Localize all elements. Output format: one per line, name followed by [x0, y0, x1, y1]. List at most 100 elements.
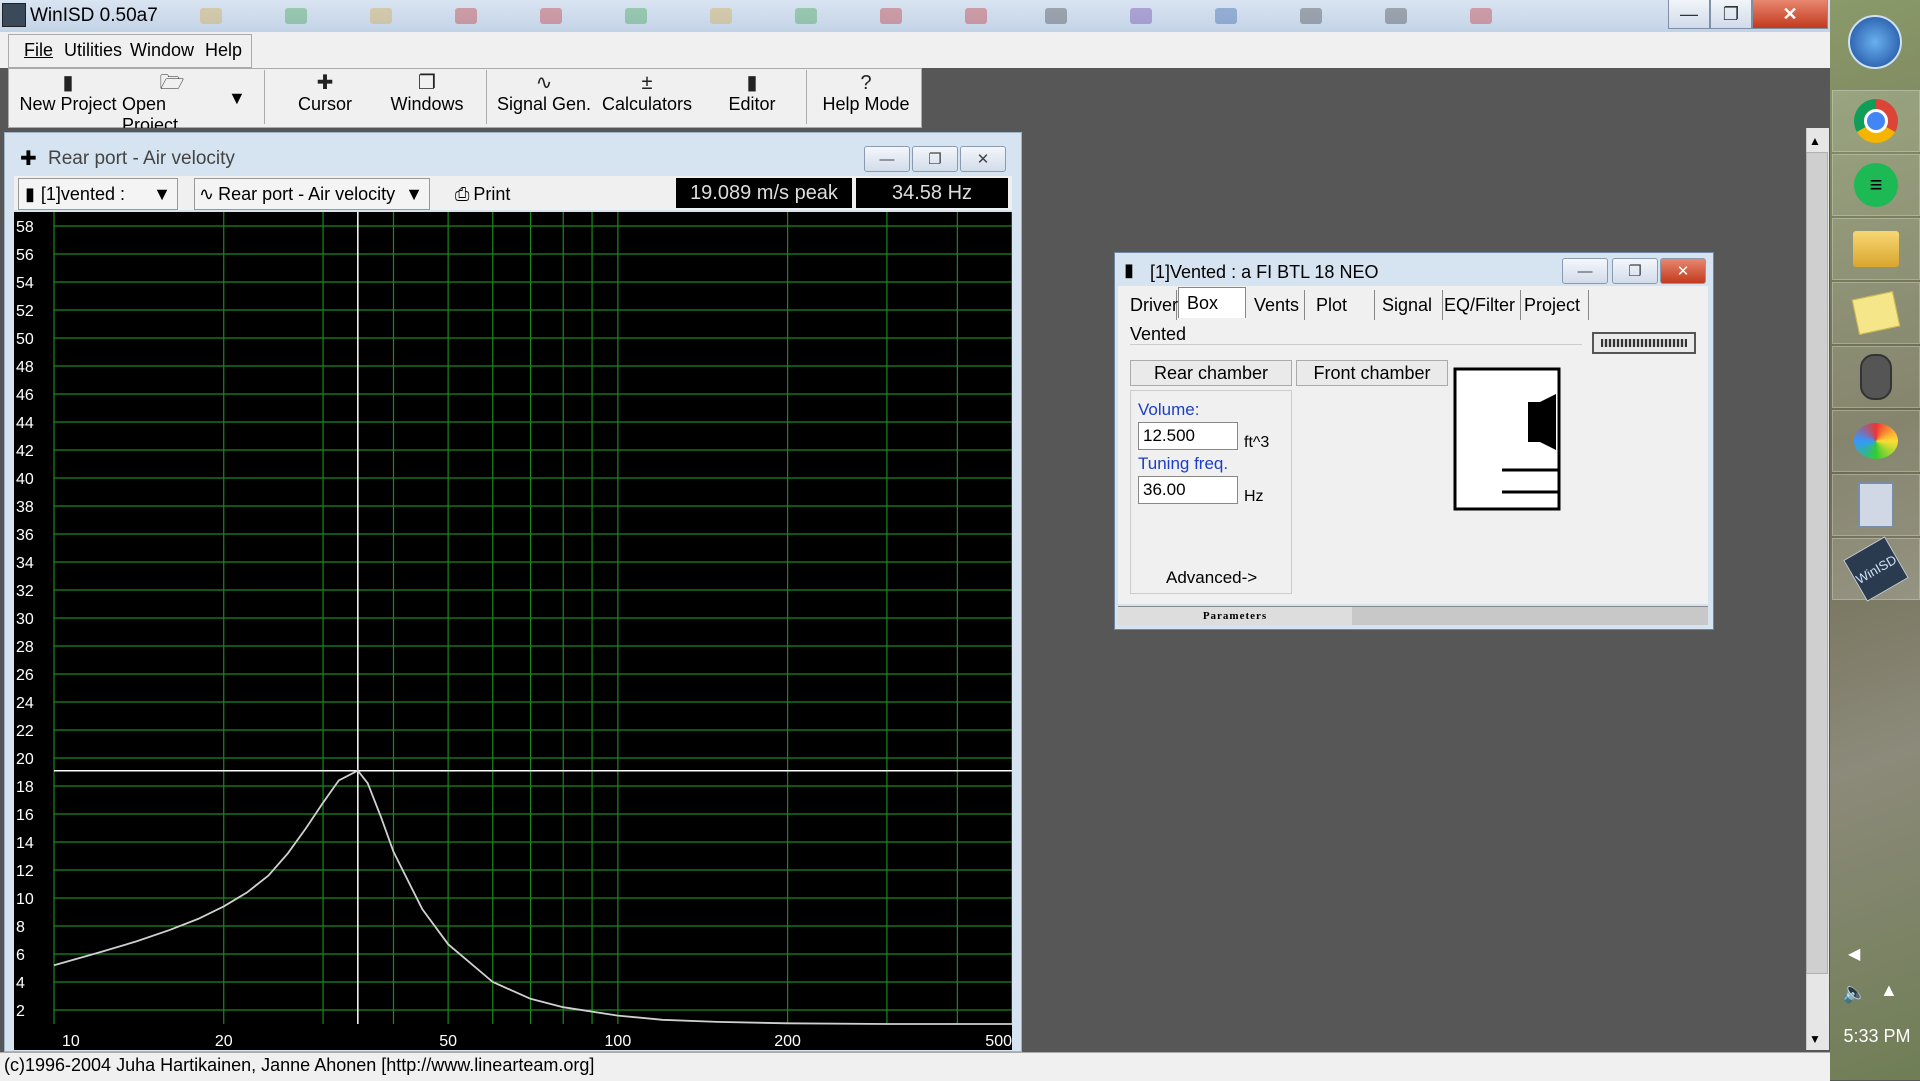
taskbar-ghost-icon	[540, 8, 562, 24]
spotify-taskbar-button[interactable]: ≡	[1832, 154, 1920, 216]
tab-driver[interactable]: Driver	[1122, 290, 1178, 320]
illegible-button-label	[1601, 339, 1687, 347]
show-hidden-icons-icon[interactable]: ◀	[1848, 944, 1860, 964]
scroll-thumb[interactable]	[1806, 152, 1828, 974]
mouse-taskbar-button[interactable]	[1832, 346, 1920, 408]
signal-gen-button[interactable]: ∿ Signal Gen.	[496, 72, 592, 122]
editor-icon: ▮	[746, 72, 758, 94]
vented-window-title: [1]Vented : a FI BTL 18 NEO	[1150, 262, 1379, 282]
chart-minimize-button[interactable]: —	[864, 146, 910, 172]
folder-icon: 🗁	[159, 72, 185, 94]
y-tick-label: 4	[16, 975, 25, 992]
tuning-freq-input[interactable]: 36.00	[1138, 476, 1238, 504]
advanced-button[interactable]: Advanced->	[1166, 568, 1257, 588]
box-type-change-button[interactable]	[1592, 332, 1696, 354]
tab-signal[interactable]: Signal	[1374, 290, 1443, 320]
chart-restore-button[interactable]: ❐	[912, 146, 958, 172]
winisd-taskbar-button[interactable]: WinISD	[1832, 536, 1920, 602]
x-tick-label: 20	[215, 1033, 233, 1050]
tab-plot[interactable]: Plot	[1308, 290, 1375, 320]
explorer-taskbar-button[interactable]	[1832, 218, 1920, 280]
taskbar-ghost-icon	[455, 8, 477, 24]
chrome-taskbar-button[interactable]	[1832, 90, 1920, 152]
project-select[interactable]: ▮ [1]vented : ▼	[18, 178, 178, 210]
new-project-icon: ▮	[62, 72, 74, 94]
y-tick-label: 32	[16, 583, 34, 600]
calculator-taskbar-button[interactable]	[1832, 474, 1920, 536]
y-tick-label: 10	[16, 891, 34, 908]
taskbar-ghost-icon	[1045, 8, 1067, 24]
toolbar-separator	[486, 70, 487, 124]
menu-utilities[interactable]: Utilities	[64, 40, 122, 61]
print-button[interactable]: ⎙ Print	[450, 178, 542, 210]
maximize-button[interactable]: ❐	[1710, 0, 1752, 29]
y-tick-label: 16	[16, 807, 34, 824]
notes-taskbar-button[interactable]	[1832, 282, 1920, 344]
cursor-button[interactable]: ✚ Cursor	[280, 72, 370, 122]
front-chamber-button[interactable]: Front chamber	[1296, 360, 1448, 386]
project-icon: ▮	[1124, 260, 1134, 280]
paint-taskbar-button[interactable]	[1832, 410, 1920, 472]
y-tick-label: 2	[16, 1003, 25, 1020]
pin-icon[interactable]: ✚	[20, 146, 37, 171]
taskbar-ghost-icon	[370, 8, 392, 24]
editor-button[interactable]: ▮ Editor	[708, 72, 796, 122]
status-text: (c)1996-2004 Juha Hartikainen, Janne Aho…	[4, 1055, 595, 1075]
air-velocity-chart[interactable]: 2468101214161820222426283032343638404244…	[14, 212, 1013, 1050]
taskbar-ghost-icon	[965, 8, 987, 24]
y-tick-label: 30	[16, 611, 34, 628]
peak-readout: 19.089 m/s peak	[676, 178, 852, 208]
windows-button[interactable]: ❐ Windows	[382, 72, 472, 122]
tab-project[interactable]: Project	[1516, 290, 1589, 320]
scroll-down-icon[interactable]: ▼	[1809, 1032, 1821, 1046]
volume-icon[interactable]: 🔈	[1842, 980, 1867, 1005]
close-button[interactable]: ✕	[1752, 0, 1828, 29]
spotify-icon: ≡	[1854, 163, 1898, 207]
tab-box[interactable]: Box	[1178, 287, 1246, 318]
vent-close-button[interactable]: ✕	[1660, 258, 1706, 284]
taskbar-ghost-icon	[880, 8, 902, 24]
y-tick-label: 58	[16, 219, 34, 236]
chart-close-button[interactable]: ✕	[960, 146, 1006, 172]
menu-window[interactable]: Window	[130, 40, 194, 61]
menu-file[interactable]: File	[24, 40, 53, 61]
printer-icon: ⎙	[455, 183, 470, 204]
volume-input[interactable]: 12.500	[1138, 422, 1238, 450]
taskbar-ghost-icon	[795, 8, 817, 24]
winisd-icon: WinISD	[1843, 536, 1909, 602]
vent-restore-button[interactable]: ❐	[1612, 258, 1658, 284]
start-button[interactable]	[1832, 12, 1918, 72]
vent-minimize-button[interactable]: —	[1562, 258, 1608, 284]
calculator-icon: ±	[641, 72, 653, 94]
calculator-icon	[1858, 482, 1894, 528]
open-project-button[interactable]: 🗁 Open Project	[122, 72, 222, 135]
scroll-up-icon[interactable]: ▲	[1809, 134, 1821, 148]
windows-logo-icon	[1848, 15, 1902, 69]
tuning-freq-unit: Hz	[1244, 488, 1264, 505]
graph-select[interactable]: ∿ Rear port - Air velocity ▼	[194, 178, 430, 210]
tab-vents[interactable]: Vents	[1246, 290, 1305, 320]
title-bar	[0, 0, 1830, 32]
help-mode-button[interactable]: ? Help Mode	[818, 72, 914, 122]
new-project-button[interactable]: ▮ New Project	[18, 72, 118, 122]
taskbar-ghost-icon	[1470, 8, 1492, 24]
clock[interactable]: 5:33 PM	[1842, 1026, 1912, 1047]
rear-chamber-button[interactable]: Rear chamber	[1130, 360, 1292, 386]
network-icon[interactable]: ▲	[1880, 980, 1898, 1001]
chevron-down-icon: ▼	[405, 183, 423, 204]
calculators-button[interactable]: ± Calculators	[598, 72, 696, 122]
x-tick-label: 50	[439, 1033, 457, 1050]
menu-help[interactable]: Help	[205, 40, 242, 61]
x-tick-label: 200	[774, 1033, 801, 1050]
cursor-icon: ✚	[316, 72, 334, 94]
open-project-dropdown-icon[interactable]: ▼	[228, 88, 246, 109]
taskbar-ghost-icon	[710, 8, 732, 24]
frequency-readout: 34.58 Hz	[856, 178, 1008, 208]
minimize-button[interactable]: —	[1668, 0, 1710, 29]
taskbar-ghost-icon	[1130, 8, 1152, 24]
plot-area[interactable]: 2 4 6 8 10 12 14 16 18 20 22 24 26 28 30 32 34 36 38 40 42 44…	[14, 212, 1013, 1050]
y-tick-label: 38	[16, 499, 34, 516]
folder-icon	[1853, 231, 1899, 267]
tab-eq-filter[interactable]: EQ/Filter	[1436, 290, 1521, 320]
volume-unit: ft^3	[1244, 434, 1270, 451]
